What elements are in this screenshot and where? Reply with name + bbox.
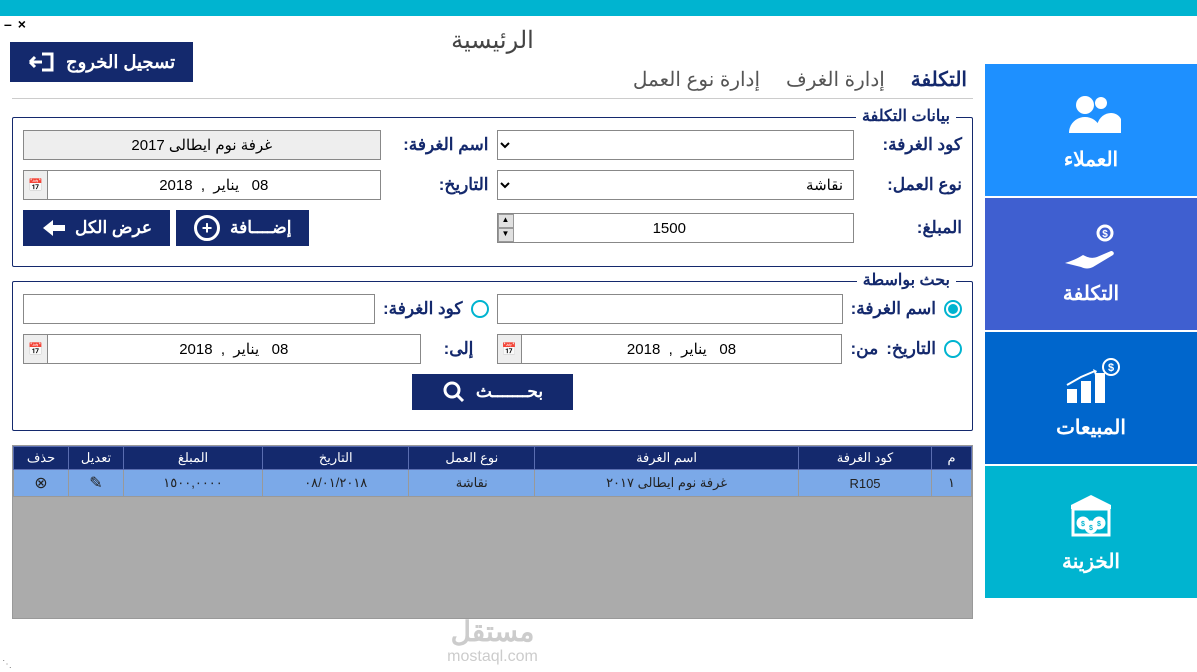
watermark: مستقل mostaql.com <box>447 615 538 666</box>
results-table-wrap: م كود الغرفة اسم الغرفة نوع العمل التاري… <box>12 445 973 619</box>
col-seq: م <box>932 447 972 470</box>
room-name-input <box>23 130 381 160</box>
show-all-button[interactable]: عرض الكل <box>23 210 170 246</box>
col-date: التاريخ <box>263 447 409 470</box>
sidebar-item-treasury[interactable]: $ $ $ الخزينة <box>985 466 1197 598</box>
svg-text:$: $ <box>1097 521 1101 528</box>
search-date-label: التاريخ: <box>886 339 936 359</box>
search-fieldset: بحث بواسطة اسم الغرفة: كود الغرفة: التار… <box>12 281 973 431</box>
cell-room-code: R105 <box>799 470 932 497</box>
search-button[interactable]: بحـــــــث <box>412 374 573 410</box>
cost-date-input[interactable] <box>47 170 381 200</box>
date-to-input[interactable] <box>47 334 421 364</box>
tab-cost[interactable]: التكلفة <box>911 67 967 94</box>
col-amount: المبلغ <box>124 447 263 470</box>
cell-room-name: غرفة نوم ايطالى ٢٠١٧ <box>535 470 799 497</box>
cost-legend: بيانات التكلفة <box>856 106 956 126</box>
cell-work-type: نقاشة <box>409 470 535 497</box>
chart-icon: $ <box>1061 357 1121 407</box>
svg-text:$: $ <box>1108 362 1114 374</box>
col-work-type: نوع العمل <box>409 447 535 470</box>
date-from-input[interactable] <box>521 334 843 364</box>
resize-grip-icon[interactable]: ⋰ <box>2 659 12 670</box>
logout-button[interactable]: تسجيل الخروج <box>10 42 193 82</box>
table-row: ١R105غرفة نوم ايطالى ٢٠١٧نقاشة٠٨/٠١/٢٠١٨… <box>14 470 972 497</box>
calendar-icon[interactable]: 📅 <box>497 334 521 364</box>
logout-icon <box>28 50 56 74</box>
edit-icon[interactable]: ✎ <box>69 470 124 497</box>
col-delete: حذف <box>14 447 69 470</box>
room-code-select[interactable] <box>497 130 855 160</box>
work-type-label: نوع العمل: <box>862 175 962 195</box>
col-room-name: اسم الغرفة <box>535 447 799 470</box>
cell-date: ٠٨/٠١/٢٠١٨ <box>263 470 409 497</box>
people-icon <box>1061 89 1121 139</box>
room-name-label: اسم الغرفة: <box>389 135 489 155</box>
cell-amount: ١٥٠٠,٠٠٠٠ <box>124 470 263 497</box>
plus-icon: + <box>194 215 220 241</box>
tab-rooms[interactable]: إدارة الغرف <box>786 67 885 94</box>
results-table: م كود الغرفة اسم الغرفة نوع العمل التاري… <box>13 446 972 497</box>
svg-text:$: $ <box>1089 525 1093 532</box>
sidebar-label: المبيعات <box>1056 415 1126 440</box>
logout-label: تسجيل الخروج <box>66 52 175 73</box>
search-icon <box>442 380 466 404</box>
sidebar-label: الخزينة <box>1062 549 1120 574</box>
spin-down-icon[interactable]: ▼ <box>498 228 514 242</box>
work-type-select[interactable]: نقاشة <box>497 170 855 200</box>
calendar-icon[interactable]: 📅 <box>23 334 47 364</box>
search-room-name-input[interactable] <box>497 294 843 324</box>
amount-label: المبلغ: <box>862 218 962 238</box>
spin-up-icon[interactable]: ▲ <box>498 214 514 228</box>
hand-money-icon: $ <box>1061 223 1121 273</box>
delete-icon[interactable]: ⊗ <box>14 470 69 497</box>
tab-worktype[interactable]: إدارة نوع العمل <box>633 67 760 94</box>
search-legend: بحث بواسطة <box>857 270 956 290</box>
radio-room-code[interactable] <box>471 300 489 318</box>
search-room-name-label: اسم الغرفة: <box>851 299 936 319</box>
add-button[interactable]: إضــــافة + <box>176 210 310 246</box>
calendar-icon[interactable]: 📅 <box>23 170 47 200</box>
col-edit: تعديل <box>69 447 124 470</box>
sidebar: العملاء $ التكلفة $ المبيعات $ $ $ الخزينة <box>985 16 1197 672</box>
cell-seq: ١ <box>932 470 972 497</box>
room-code-label: كود الغرفة: <box>862 135 962 155</box>
titlebar <box>0 0 1197 16</box>
amount-input[interactable] <box>497 213 855 243</box>
cost-data-fieldset: بيانات التكلفة كود الغرفة: اسم الغرفة: ن… <box>12 117 973 267</box>
search-room-code-input[interactable] <box>23 294 375 324</box>
sidebar-label: التكلفة <box>1063 281 1119 306</box>
sidebar-item-cost[interactable]: $ التكلفة <box>985 198 1197 330</box>
to-label: إلى: <box>429 339 489 359</box>
radio-date[interactable] <box>944 340 962 358</box>
svg-text:$: $ <box>1081 521 1085 528</box>
from-label: من: <box>850 339 878 359</box>
radio-room-name[interactable] <box>944 300 962 318</box>
col-room-code: كود الغرفة <box>799 447 932 470</box>
search-room-code-label: كود الغرفة: <box>383 299 463 319</box>
arrow-left-icon <box>41 218 65 238</box>
sidebar-label: العملاء <box>1064 147 1118 172</box>
safe-icon: $ $ $ <box>1061 491 1121 541</box>
sidebar-item-sales[interactable]: $ المبيعات <box>985 332 1197 464</box>
cost-date-label: التاريخ: <box>389 175 489 195</box>
svg-text:$: $ <box>1102 229 1108 240</box>
sidebar-item-customers[interactable]: العملاء <box>985 64 1197 196</box>
